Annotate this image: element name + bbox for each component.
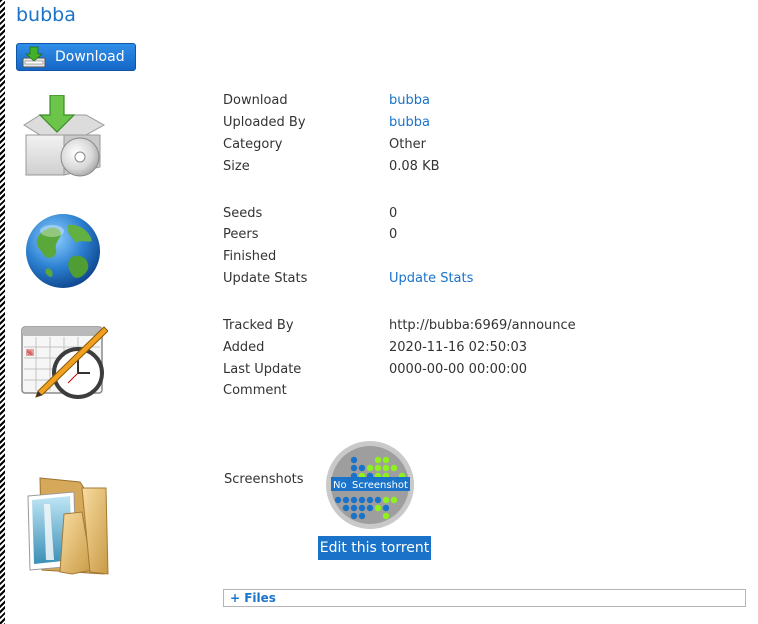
peers-label: Peers <box>223 227 259 242</box>
comment-label: Comment <box>223 383 287 398</box>
uploader-link[interactable]: bubba <box>389 115 430 131</box>
screenshots-label: Screenshots <box>224 472 304 487</box>
uploaded-by-label: Uploaded By <box>223 115 306 130</box>
package-disc-icon <box>23 95 106 177</box>
download-label: Download <box>223 93 288 108</box>
no-text: No <box>333 480 347 491</box>
peers-value: 0 <box>389 227 398 242</box>
files-toggle-link[interactable]: + Files <box>230 591 276 605</box>
download-link[interactable]: bubba <box>389 93 430 109</box>
last-update-label: Last Update <box>223 362 302 377</box>
added-label: Added <box>223 340 265 355</box>
update-stats-link[interactable]: Update Stats <box>389 271 473 287</box>
tracker-url: http://bubba:6969/announce <box>389 318 576 333</box>
calendar-clock-icon: % <box>21 326 108 399</box>
files-toggle-bar[interactable]: + Files <box>223 589 746 607</box>
seeds-value: 0 <box>389 206 398 221</box>
download-button[interactable]: Download <box>16 43 136 71</box>
added-value: 2020-11-16 02:50:03 <box>389 340 528 355</box>
seeds-label: Seeds <box>223 206 263 221</box>
no-screenshot-icon: No Screenshot <box>326 441 414 529</box>
download-button-label: Download <box>55 49 125 65</box>
folder-images-icon <box>27 477 109 575</box>
update-stats-label: Update Stats <box>223 271 308 286</box>
category-label: Category <box>223 137 283 152</box>
globe-icon <box>26 214 100 288</box>
left-border <box>0 0 5 624</box>
size-value: 0.08 KB <box>389 159 440 174</box>
tracked-by-label: Tracked By <box>223 318 294 333</box>
finished-label: Finished <box>223 249 277 264</box>
edit-torrent-button[interactable]: Edit this torrent <box>318 536 431 560</box>
category-value: Other <box>389 137 426 152</box>
screenshot-text: Screenshot <box>352 480 408 491</box>
size-label: Size <box>223 159 250 174</box>
last-update-value: 0000-00-00 00:00:00 <box>389 362 528 377</box>
svg-text:%: % <box>27 350 33 357</box>
no-screenshot-placeholder: No Screenshot <box>325 440 415 530</box>
page-title: bubba <box>16 4 76 26</box>
download-tray-icon <box>22 46 46 68</box>
